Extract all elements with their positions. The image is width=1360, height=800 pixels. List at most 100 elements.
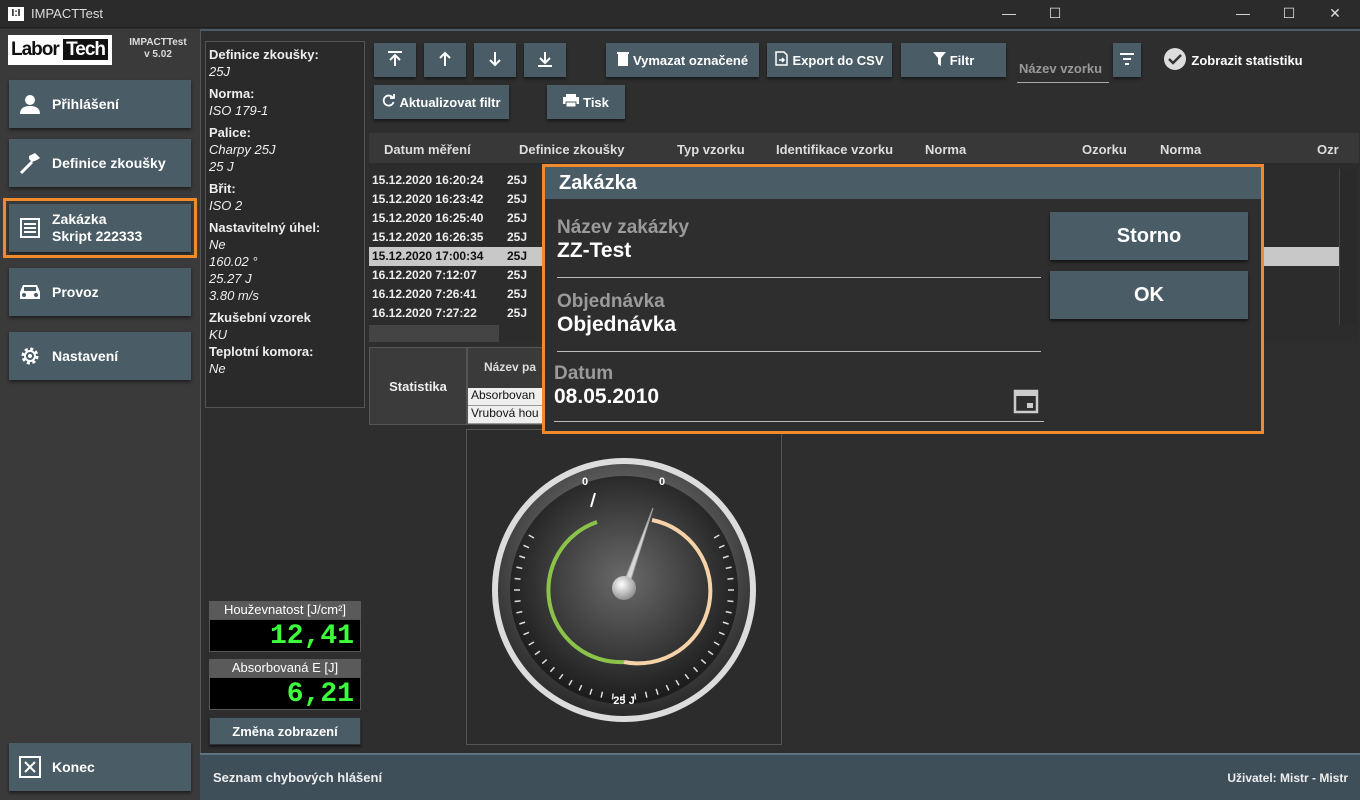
sidebar-item-login[interactable]: Přihlášení bbox=[9, 80, 191, 128]
angle-speed: 3.80 m/s bbox=[209, 288, 259, 303]
move-down-button[interactable] bbox=[474, 43, 516, 77]
calendar-icon[interactable] bbox=[1013, 388, 1039, 419]
gauge-mark-left: 0 bbox=[582, 476, 588, 488]
refresh-icon bbox=[382, 94, 396, 110]
table-horizontal-scrollbar[interactable] bbox=[369, 325, 499, 342]
cancel-button[interactable]: Storno bbox=[1050, 212, 1248, 260]
export-file-icon bbox=[775, 51, 789, 69]
gauge-tick bbox=[727, 600, 734, 603]
hammer-icon bbox=[18, 151, 42, 175]
move-bottom-button[interactable] bbox=[524, 43, 566, 77]
angle-degrees: 160.02 ° bbox=[209, 254, 258, 269]
purchase-order-field[interactable]: Objednávka Objednávka bbox=[557, 291, 1041, 353]
sample-name-input[interactable]: Název vzorku bbox=[1017, 49, 1109, 83]
car-icon bbox=[18, 280, 42, 304]
gauge-tick bbox=[514, 577, 521, 580]
table-header: Datum měření Definice zkoušky Typ vzorku… bbox=[369, 133, 1359, 163]
arrow-to-bottom-icon bbox=[536, 50, 554, 71]
norm-value: ISO 179-1 bbox=[209, 103, 269, 118]
table-row[interactable]: 15.12.2020 16:25:40 25J bbox=[369, 209, 549, 228]
inner-minimize-button[interactable]: — bbox=[1220, 2, 1266, 26]
statistics-row[interactable]: Absorbovan bbox=[468, 388, 548, 406]
exit-button[interactable]: Konec bbox=[9, 743, 191, 791]
filter-button[interactable]: Filtr bbox=[901, 43, 1006, 77]
date-label: Datum bbox=[554, 363, 614, 384]
error-list-link[interactable]: Seznam chybových hlášení bbox=[213, 770, 382, 785]
window-title: IMPACTTest bbox=[31, 6, 103, 21]
toughness-label: Houževnatost [J/cm²] bbox=[209, 601, 361, 619]
sidebar-item-settings[interactable]: Nastavení bbox=[9, 332, 191, 380]
date-field[interactable]: Datum 08.05.2010 bbox=[554, 363, 1044, 423]
sidebar-item-order[interactable]: Zakázka Skript 222333 bbox=[3, 198, 197, 258]
table-row[interactable]: 15.12.2020 16:26:35 25J bbox=[369, 228, 549, 247]
column-header[interactable]: Norma bbox=[1160, 142, 1201, 157]
gear-icon bbox=[18, 344, 42, 368]
table-row[interactable]: 16.12.2020 7:26:41 25J bbox=[369, 285, 549, 304]
statistics-grid: Název pa Absorbovan Vrubová hou bbox=[467, 347, 548, 425]
column-header[interactable]: Ozorku bbox=[1082, 142, 1127, 157]
export-csv-button[interactable]: Export do CSV bbox=[767, 43, 892, 77]
funnel-icon bbox=[932, 51, 946, 69]
table-row[interactable]: 15.12.2020 16:20:24 25J bbox=[369, 171, 549, 190]
filter-options-button[interactable] bbox=[1113, 43, 1141, 77]
inner-maximize-button[interactable]: ☐ bbox=[1266, 2, 1312, 26]
order-name-field[interactable]: Název zakázky ZZ-Test bbox=[557, 217, 1041, 279]
print-label: Tisk bbox=[583, 94, 609, 110]
row-definition: 25J bbox=[507, 192, 528, 206]
column-header[interactable]: Definice zkoušky bbox=[519, 142, 625, 157]
row-date: 15.12.2020 16:20:24 bbox=[372, 173, 484, 187]
table-row[interactable]: 16.12.2020 7:12:07 25J bbox=[369, 266, 549, 285]
statistics-row[interactable]: Vrubová hou bbox=[468, 406, 548, 424]
order-name-value: ZZ-Test bbox=[557, 239, 632, 262]
app-name-label: IMPACTTest bbox=[129, 37, 187, 48]
maximize-button[interactable]: ☐ bbox=[1032, 2, 1078, 26]
gauge-mark-right: 0 bbox=[659, 476, 665, 488]
minimize-button[interactable]: — bbox=[986, 2, 1032, 26]
table-row[interactable]: 16.12.2020 7:27:22 25J bbox=[369, 304, 549, 323]
table-vertical-scrollbar[interactable] bbox=[1339, 169, 1357, 325]
purchase-order-value: Objednávka bbox=[557, 313, 677, 336]
sidebar-item-test-definition[interactable]: Definice zkoušky bbox=[9, 139, 191, 187]
purchase-order-label: Objednávka bbox=[557, 291, 665, 312]
close-button[interactable]: ✕ bbox=[1312, 2, 1358, 26]
norm-label: Norma: bbox=[209, 86, 255, 101]
striker-value: ISO 2 bbox=[209, 198, 243, 213]
toughness-value: 12,41 bbox=[209, 619, 361, 652]
print-button[interactable]: Tisk bbox=[547, 85, 625, 119]
statistics-button[interactable]: Statistika bbox=[369, 347, 467, 425]
column-header[interactable]: Typ vzorku bbox=[677, 142, 745, 157]
row-definition: 25J bbox=[507, 249, 528, 263]
gauge-tick bbox=[514, 600, 521, 603]
refresh-filter-button[interactable]: Aktualizovat filtr bbox=[374, 85, 509, 119]
column-header[interactable]: Ozr bbox=[1317, 142, 1339, 157]
row-definition: 25J bbox=[507, 306, 528, 320]
angle-energy: 25.27 J bbox=[209, 271, 252, 286]
energy-gauge-panel: 0 0 25 J bbox=[466, 429, 782, 745]
show-statistics-toggle[interactable]: Zobrazit statistiku bbox=[1153, 43, 1313, 77]
sidebar-item-label: Přihlášení bbox=[52, 96, 119, 112]
absorbed-energy-value: 6,21 bbox=[209, 677, 361, 710]
specimen-value: KU bbox=[209, 327, 228, 342]
angle-value: Ne bbox=[209, 237, 226, 252]
table-row[interactable]: 15.12.2020 16:23:42 25J bbox=[369, 190, 549, 209]
delete-selected-button[interactable]: Vymazat označené bbox=[606, 43, 759, 77]
move-up-button[interactable] bbox=[424, 43, 466, 77]
user-icon bbox=[18, 92, 42, 116]
statistics-header: Název pa bbox=[484, 360, 537, 374]
check-circle-icon bbox=[1163, 47, 1187, 74]
ok-button[interactable]: OK bbox=[1050, 271, 1248, 319]
column-header[interactable]: Norma bbox=[925, 142, 966, 157]
arrow-up-icon bbox=[436, 50, 454, 71]
printer-icon bbox=[563, 94, 580, 110]
change-view-button[interactable]: Změna zobrazení bbox=[209, 717, 361, 745]
column-header[interactable]: Datum měření bbox=[384, 142, 471, 157]
logo-labor-text: Labor bbox=[11, 39, 60, 60]
order-icon bbox=[18, 216, 42, 240]
sidebar-item-sublabel: Skript 222333 bbox=[52, 228, 143, 244]
logo-tech-text: Tech bbox=[63, 39, 108, 60]
move-top-button[interactable] bbox=[374, 43, 416, 77]
sidebar-item-operation[interactable]: Provoz bbox=[9, 268, 191, 316]
row-date: 15.12.2020 16:26:35 bbox=[372, 230, 484, 244]
column-header[interactable]: Identifikace vzorku bbox=[776, 142, 893, 157]
hammer-label: Palice: bbox=[209, 125, 251, 140]
